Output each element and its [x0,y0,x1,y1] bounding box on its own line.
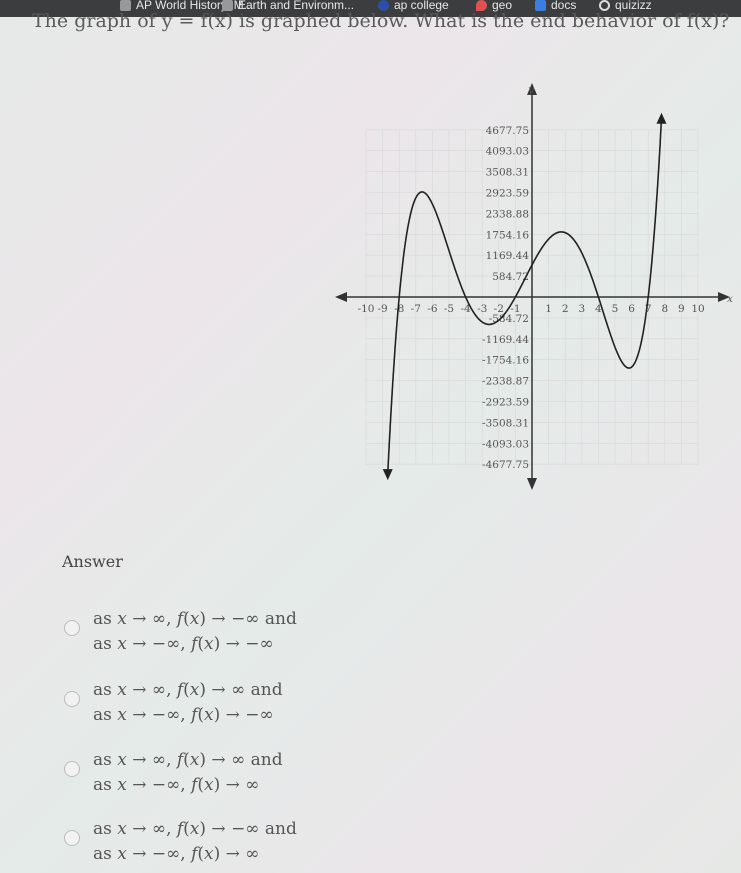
curve-left-end-arrow [382,469,393,481]
x-tick-label: 9 [678,303,685,315]
y-tick-label: -2923.59 [482,396,529,408]
answer-option[interactable]: as 𝑥 → ∞, 𝑓(𝑥) → ∞ and as 𝑥 → −∞, 𝑓(𝑥) →… [64,748,283,798]
answer-option[interactable]: as 𝑥 → ∞, 𝑓(𝑥) → ∞ and as 𝑥 → −∞, 𝑓(𝑥) →… [64,678,283,728]
curve-right-end-arrow [656,112,667,124]
option-line-1: as 𝑥 → ∞, 𝑓(𝑥) → −∞ and [93,609,297,629]
x-tick-label: -7 [411,303,421,315]
y-tick-label: 2338.88 [486,208,529,220]
x-tick-label: 10 [691,303,704,315]
radio-button[interactable] [64,761,80,777]
y-tick-label: 2923.59 [486,188,529,200]
x-tick-label: 8 [661,303,668,315]
radio-button[interactable] [64,830,80,846]
y-tick-label: 4677.75 [486,125,529,137]
x-tick-label: 6 [628,303,635,315]
x-tick-label: 1 [545,303,552,315]
radio-button[interactable] [64,620,80,636]
x-tick-label: -6 [427,303,438,315]
y-tick-label: -3508.31 [482,417,529,429]
x-tick-label: 5 [612,303,619,315]
x-tick-label: 3 [578,303,585,315]
y-tick-label: 4093.03 [486,146,529,158]
answer-option[interactable]: as 𝑥 → ∞, 𝑓(𝑥) → −∞ and as 𝑥 → −∞, 𝑓(𝑥) … [64,607,297,657]
y-axis-label: y [527,84,535,96]
option-line-2: as 𝑥 → −∞, 𝑓(𝑥) → ∞ [93,844,260,864]
y-tick-label: -4677.75 [482,459,529,471]
x-tick-label: -9 [377,303,387,315]
y-tick-label: -1169.44 [482,334,529,346]
y-tick-label: 1169.44 [486,250,530,262]
x-axis-label: x [727,293,733,305]
y-axis-down-arrow [527,478,537,490]
option-line-1: as 𝑥 → ∞, 𝑓(𝑥) → ∞ and [93,750,283,770]
y-tick-label: 1754.16 [486,229,530,241]
x-tick-label: -3 [477,303,487,315]
option-line-2: as 𝑥 → −∞, 𝑓(𝑥) → −∞ [93,634,274,654]
y-tick-label: -4093.03 [482,438,529,450]
radio-button[interactable] [64,691,80,707]
answer-option[interactable]: as 𝑥 → ∞, 𝑓(𝑥) → −∞ and as 𝑥 → −∞, 𝑓(𝑥) … [64,817,297,867]
option-line-2: as 𝑥 → −∞, 𝑓(𝑥) → −∞ [93,705,274,725]
x-tick-label: -5 [444,303,454,315]
option-line-1: as 𝑥 → ∞, 𝑓(𝑥) → −∞ and [93,819,297,839]
y-tick-label: -1754.16 [482,355,529,367]
x-tick-label: 2 [562,303,569,315]
option-line-2: as 𝑥 → −∞, 𝑓(𝑥) → ∞ [93,775,260,795]
option-line-1: as 𝑥 → ∞, 𝑓(𝑥) → ∞ and [93,680,283,700]
y-tick-label: -2338.87 [482,376,529,388]
y-tick-label: 3508.31 [486,167,529,179]
x-axis-left-arrow [335,292,347,302]
x-tick-label: -10 [358,303,375,315]
answer-label: Answer [62,552,123,571]
function-graph: xy-10 -9 -8 -7 -6 -5 -4 -3 -2 -1 1 2 3 4 5 6 7 8 9 104677.7… [335,83,733,490]
